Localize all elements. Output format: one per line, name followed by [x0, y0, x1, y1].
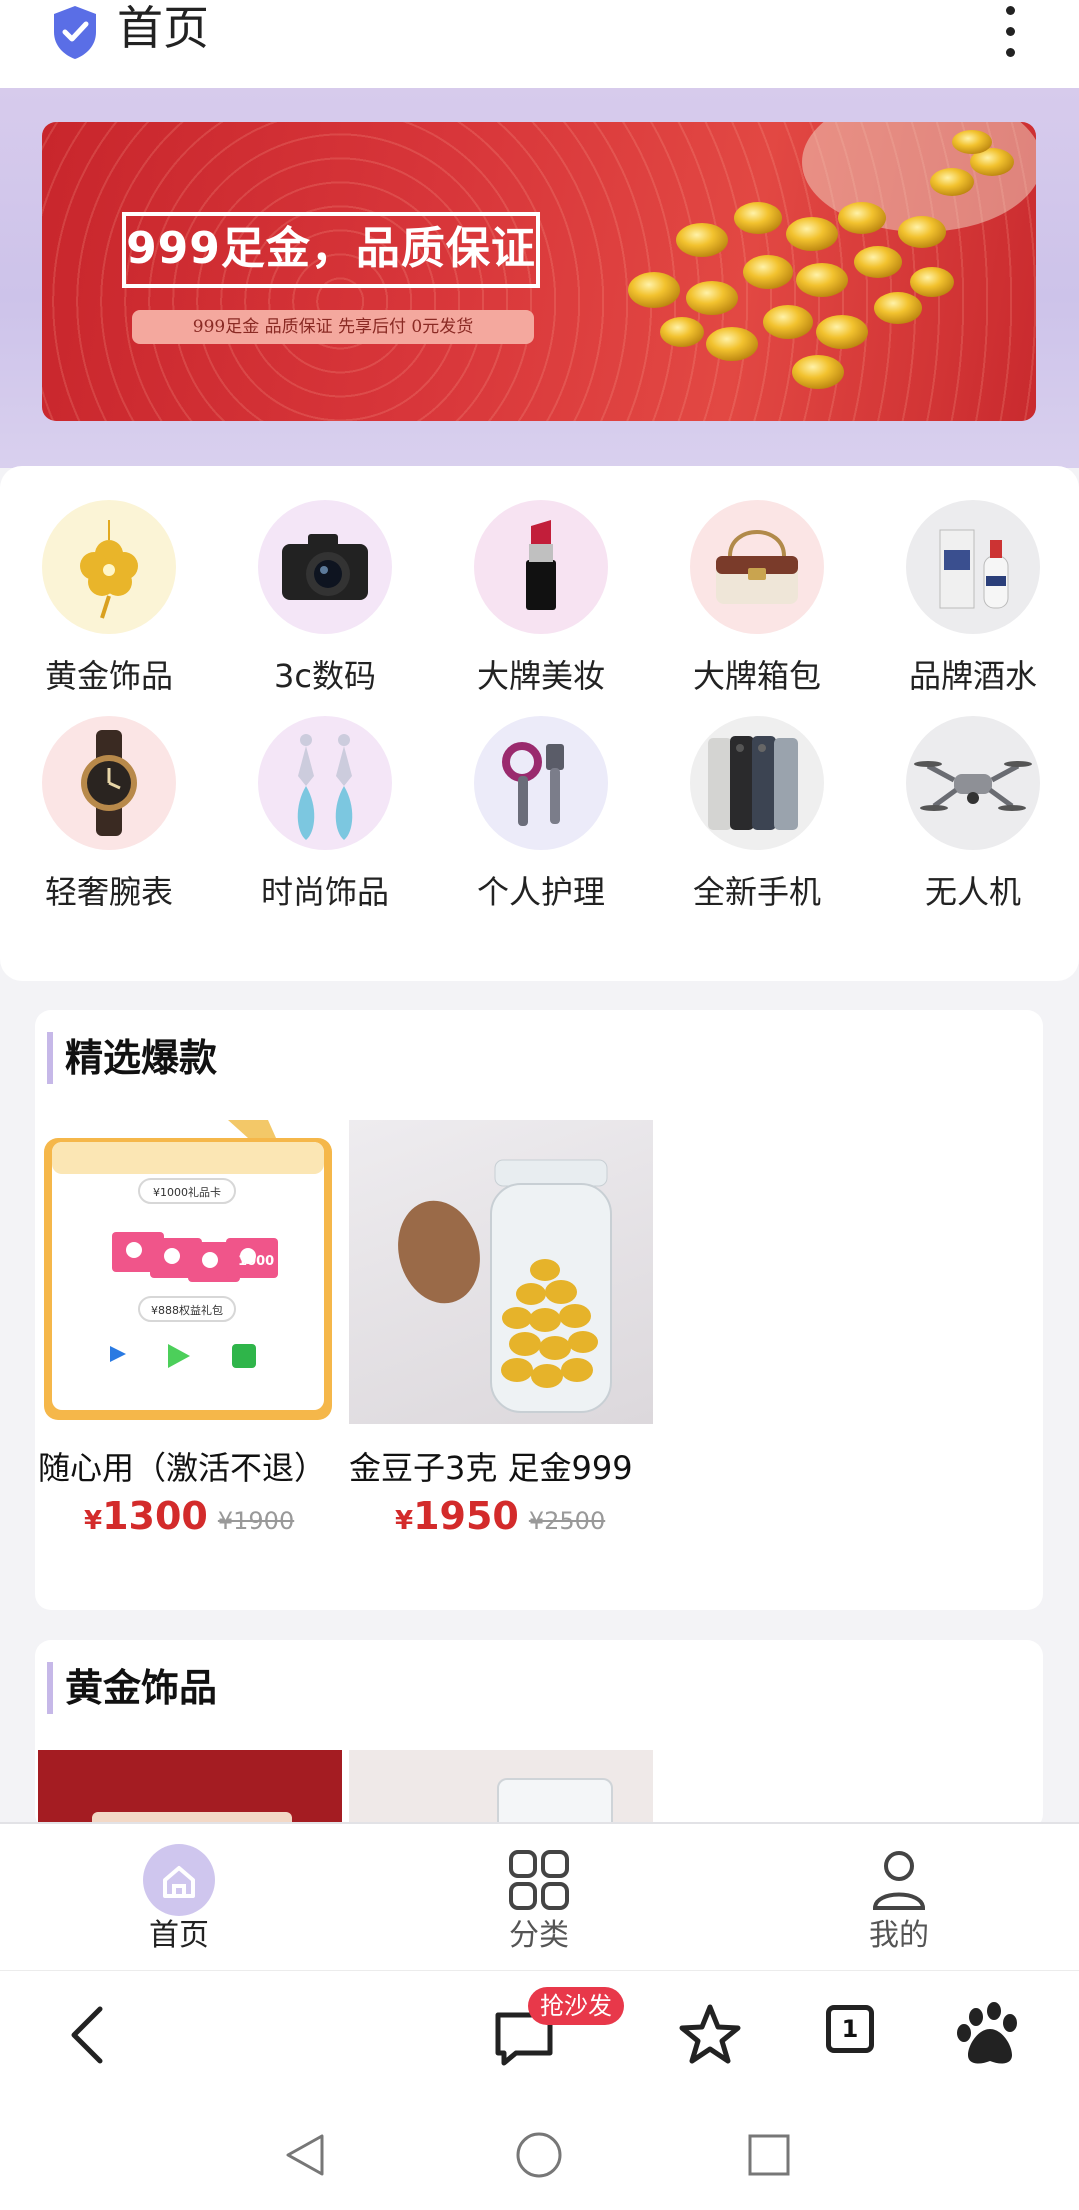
product-image — [349, 1120, 653, 1424]
category-label: 时尚饰品 — [260, 873, 389, 911]
system-back-icon[interactable] — [280, 2130, 330, 2180]
more-vertical-icon[interactable] — [990, 2, 1030, 64]
category-label: 黄金饰品 — [44, 657, 173, 695]
category-bags[interactable]: 大牌箱包 — [669, 500, 845, 696]
category-label: 个人护理 — [476, 873, 605, 911]
nav-label: 首页 — [149, 1918, 209, 1953]
camera-icon — [258, 500, 392, 634]
system-home-icon[interactable] — [514, 2130, 564, 2180]
browser-toolbar: 抢沙发 1 — [0, 1970, 1079, 2101]
gold-beans-illustration — [628, 122, 1036, 389]
gift-card-label: ¥1000礼品卡 — [138, 1178, 236, 1204]
category-beauty[interactable]: 大牌美妆 — [453, 500, 629, 696]
page-title: 首页 — [117, 1, 209, 55]
top-bar: 首页 — [0, 0, 1079, 88]
liquor-bottle-icon — [906, 500, 1040, 634]
category-label: 全新手机 — [692, 873, 821, 911]
comment-badge: 抢沙发 — [528, 1987, 624, 2025]
handbag-icon — [690, 500, 824, 634]
rights-pack-label: ¥888权益礼包 — [138, 1296, 236, 1322]
product-image: ¥1000礼品卡 1000 ¥888权益礼包 — [38, 1120, 342, 1424]
user-icon — [863, 1844, 935, 1916]
section-title: 黄金饰品 — [47, 1662, 217, 1714]
category-watches[interactable]: 轻奢腕表 — [21, 716, 197, 912]
product-card[interactable]: 金豆子3克 足金999 ¥1950 ¥2500 — [349, 1120, 653, 1538]
nav-label: 我的 — [869, 1918, 929, 1953]
nav-profile[interactable]: 我的 — [789, 1824, 1009, 1956]
category-label: 大牌箱包 — [692, 657, 821, 695]
gift-card-value: 1000 — [238, 1254, 275, 1269]
nav-home[interactable]: 首页 — [69, 1824, 289, 1956]
star-icon[interactable] — [670, 1995, 750, 2075]
earrings-icon — [258, 716, 392, 850]
grid-icon — [503, 1844, 575, 1916]
price-row: ¥1300 ¥1900 — [38, 1494, 342, 1538]
category-phones[interactable]: 全新手机 — [669, 716, 845, 912]
category-label: 大牌美妆 — [476, 657, 605, 695]
product-price: 1300 — [102, 1494, 208, 1538]
category-panel: 黄金饰品 3c数码 大牌美妆 大牌箱包 品牌酒水 轻奢腕表 时尚饰品 个人护理 … — [0, 466, 1079, 981]
banner-headline-box: 999足金，品质保证 — [122, 212, 540, 288]
nav-category[interactable]: 分类 — [429, 1824, 649, 1956]
bottom-app-nav: 首页 分类 我的 — [0, 1822, 1079, 1972]
back-icon[interactable] — [50, 1995, 130, 2075]
drone-icon — [906, 716, 1040, 850]
category-liquor[interactable]: 品牌酒水 — [885, 500, 1061, 696]
system-recents-icon[interactable] — [744, 2130, 794, 2180]
currency-symbol: ¥ — [395, 1506, 414, 1536]
banner-subtag: 999足金 品质保证 先享后付 0元发货 — [132, 310, 534, 344]
product-name: 金豆子3克 足金999 — [349, 1449, 633, 1487]
section-gold-jewelry: 黄金饰品 — [35, 1640, 1043, 1830]
price-row: ¥1950 ¥2500 — [349, 1494, 653, 1538]
section-featured: 精选爆款 ¥1000礼品卡 1000 ¥888权益礼包 随心用（激活不退） ¥1… — [35, 1010, 1043, 1610]
wristwatch-icon — [42, 716, 176, 850]
banner-headline: 999足金，品质保证 — [126, 223, 536, 274]
currency-symbol: ¥ — [84, 1506, 103, 1536]
shield-check-icon — [54, 6, 96, 59]
lipstick-icon — [474, 500, 608, 634]
category-gold-jewelry[interactable]: 黄金饰品 — [21, 500, 197, 696]
category-label: 品牌酒水 — [908, 657, 1037, 695]
system-nav-bar — [0, 2100, 1079, 2210]
category-personal-care[interactable]: 个人护理 — [453, 716, 629, 912]
tabs-button[interactable]: 1 — [814, 1997, 894, 2077]
hair-dryer-icon — [474, 716, 608, 850]
category-label: 无人机 — [924, 873, 1021, 911]
nav-label: 分类 — [509, 1918, 569, 1953]
promo-banner[interactable]: 999足金，品质保证 999足金 品质保证 先享后付 0元发货 — [42, 122, 1036, 421]
category-drones[interactable]: 无人机 — [885, 716, 1061, 912]
product-image[interactable] — [349, 1750, 653, 1830]
home-icon — [143, 1844, 215, 1916]
product-card[interactable]: ¥1000礼品卡 1000 ¥888权益礼包 随心用（激活不退） ¥1300 ¥1… — [38, 1120, 342, 1538]
product-price: 1950 — [413, 1494, 519, 1538]
gold-flower-icon — [42, 500, 176, 634]
category-label: 3c数码 — [274, 657, 376, 695]
product-name: 随心用（激活不退） — [38, 1449, 327, 1487]
tab-count: 1 — [826, 2005, 874, 2053]
product-image[interactable] — [38, 1750, 342, 1830]
original-price: ¥1900 — [217, 1507, 295, 1535]
baidu-paw-icon[interactable] — [950, 1995, 1030, 2075]
original-price: ¥2500 — [528, 1507, 606, 1535]
section-title: 精选爆款 — [47, 1032, 217, 1084]
category-fashion-jewelry[interactable]: 时尚饰品 — [237, 716, 413, 912]
smartphones-icon — [690, 716, 824, 850]
category-3c-digital[interactable]: 3c数码 — [237, 500, 413, 696]
category-label: 轻奢腕表 — [44, 873, 173, 911]
